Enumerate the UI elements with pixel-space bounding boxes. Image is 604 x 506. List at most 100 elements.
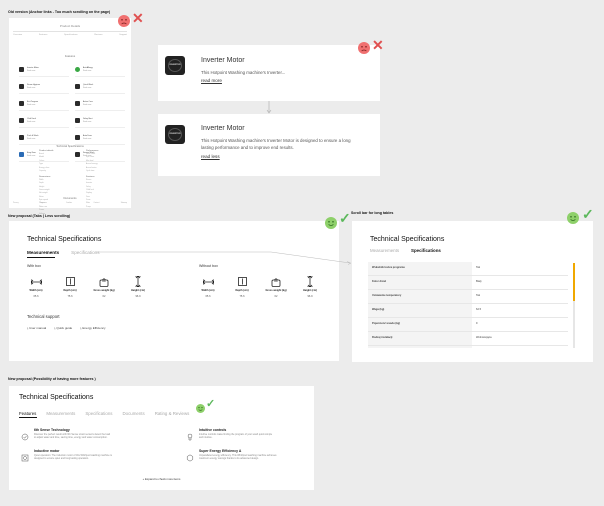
old-footer-link[interactable]: Terms <box>40 202 45 204</box>
old-feature-item[interactable]: Push & Wash Read more <box>19 132 69 145</box>
old-feature-item[interactable]: Anti-Allergy Read more <box>75 64 125 77</box>
feature-desc-line-2: designed to ensure quiet and long lastin… <box>34 457 89 461</box>
spec-value: 62.5 <box>476 308 482 311</box>
inverter-card-collapsed: INVERTER Inverter Motor This Hotpoint Wa… <box>158 45 380 101</box>
dimension-item: Depth (cm) 75.6 <box>61 276 79 298</box>
old-feature-item[interactable]: Steam Hygiene Read more <box>19 81 69 94</box>
feature-desc-line-2: to adjust water and time, saving time, e… <box>34 436 108 440</box>
old-footer-link[interactable]: Sitemap <box>121 202 127 204</box>
height-arrows-icon <box>304 276 317 287</box>
features-card-title: Technical Specifications <box>19 394 94 401</box>
happy-face-icon <box>196 404 205 413</box>
support-link[interactable]: ⤓ Energy Efficiency <box>80 326 105 330</box>
old-spec-group-heading: Features <box>86 175 95 178</box>
features-tab[interactable]: Documents <box>122 411 144 416</box>
tech-spec-tabs: Measurements Specifications <box>370 248 441 253</box>
weight-badge: KG <box>274 281 278 283</box>
support-link[interactable]: ⤓ User manual <box>27 326 46 330</box>
old-spec-line: Capacity <box>39 169 46 172</box>
feature-item: 6th Sense Technology Discover the perfect… <box>21 428 141 441</box>
weight-icon: KG <box>98 276 111 287</box>
old-footer-link[interactable]: Cookies <box>66 202 72 204</box>
features-tab[interactable]: Specifications <box>85 411 112 416</box>
read-more-link[interactable]: read more <box>201 78 222 83</box>
features-tab[interactable]: Measurements <box>46 411 75 416</box>
dims-with-box: Width (cm) 65.6 Depth (cm) 75.6 KG Gross weig… <box>27 276 147 298</box>
old-page-header: Product Details <box>13 22 127 32</box>
old-feature-title: Easy Door <box>27 151 36 154</box>
tech-spec-title: Technical Specifications <box>370 236 445 243</box>
feature-icon <box>75 117 80 123</box>
inverter-thumbnail-icon: INVERTER <box>165 125 185 144</box>
weight-badge: KG <box>102 281 106 283</box>
old-feature-desc: Read more <box>27 120 36 123</box>
features-tab[interactable]: Rating & Reviews <box>155 411 190 416</box>
old-nav-item[interactable]: Overview <box>13 34 22 36</box>
energy-icon <box>186 449 194 462</box>
old-specs-heading: Technical Specifications <box>56 145 84 148</box>
old-page-preview: Product Details Overview Features Specif… <box>9 18 131 214</box>
table-row: Pojemność wsadu (kg) 9 <box>368 318 568 332</box>
old-feature-item[interactable]: Quick Wash Read more <box>75 81 125 94</box>
check-mark-icon: ✓ <box>339 210 351 226</box>
dimension-item: Height (cm) 96.9 <box>129 276 147 298</box>
feature-icon <box>75 83 80 89</box>
old-footer-link[interactable]: Privacy <box>13 202 19 204</box>
old-feature-text: Eco Program Read more <box>27 101 38 106</box>
table-scrollbar[interactable] <box>573 263 575 348</box>
inverter-body-line-1: This Hotpoint Washing machine's Inverter… <box>201 138 351 143</box>
old-nav-item[interactable]: Support <box>119 34 127 36</box>
dimension-value: 75.6 <box>239 295 245 298</box>
feature-icon <box>19 66 24 72</box>
feature-title: Inductive motor <box>34 449 60 453</box>
features-tab[interactable]: Features <box>19 411 36 416</box>
old-feature-item[interactable]: Active Care Read more <box>75 98 125 111</box>
support-link-label: Energy Efficiency <box>82 326 106 330</box>
old-footer-link[interactable]: Contact <box>94 202 100 204</box>
features-card-tabs: Features Measurements Specifications Docume… <box>19 411 189 416</box>
old-feature-text: Quick Wash Read more <box>83 84 93 89</box>
table-row: Waga (kg) 62.5 <box>368 304 568 318</box>
old-feature-item[interactable]: Eco Program Read more <box>19 98 69 111</box>
old-features-heading: Features <box>64 55 76 58</box>
old-page-title: Product Details <box>59 24 81 28</box>
table-row: Ustawienie temperatury Tak <box>368 290 568 304</box>
depth-box-icon <box>236 276 249 287</box>
spec-key: Ustawienie temperatury <box>368 290 472 303</box>
cross-mark-icon: ✕ <box>372 37 384 53</box>
support-link[interactable]: ⤓ Quick guide <box>54 326 72 330</box>
connector-arrow-icon <box>96 251 352 265</box>
old-feature-item[interactable]: Inverter Motor Read more <box>19 64 69 77</box>
old-feature-title: Push & Wash <box>27 134 39 137</box>
tech-spec-title: Technical Specifications <box>27 236 102 243</box>
expand-link[interactable]: + Expand to check more items <box>9 477 314 481</box>
table-scrollbar-thumb[interactable] <box>573 263 575 301</box>
dimension-label: Depth (cm) <box>235 289 249 292</box>
spec-key: Rodzaj instalacji <box>368 332 472 345</box>
spec-key: Waga (kg) <box>368 304 472 317</box>
read-less-link[interactable]: read less <box>201 154 220 159</box>
dimension-value: 96.9 <box>135 295 141 298</box>
tab-measurements[interactable]: Measurements <box>370 248 399 253</box>
old-nav-item[interactable]: Reviews <box>94 34 102 36</box>
tab-specifications[interactable]: Specifications <box>411 248 441 253</box>
feature-icon <box>19 83 24 89</box>
old-feature-item[interactable]: Child Lock Read more <box>19 115 69 128</box>
dimension-item: Height (cm) 96.9 <box>301 276 319 298</box>
feature-desc-line-2: maximum energy savings thanks to its adv… <box>199 457 259 461</box>
old-specs-col-right: Performance Wash class Spin class Max load A… <box>86 150 123 217</box>
old-feature-title: Delay Start <box>83 117 93 120</box>
happy-face-icon <box>567 212 579 224</box>
old-nav-item[interactable]: Features <box>39 34 48 36</box>
tab-measurements[interactable]: Measurements <box>27 250 59 255</box>
old-specs-col-left: Product details Brand Model Colour Type Energ… <box>39 150 76 217</box>
old-nav-item[interactable]: Specifications <box>64 34 78 36</box>
old-feature-item[interactable]: Delay Start Read more <box>75 115 125 128</box>
old-feature-title: Active Care <box>83 100 93 103</box>
feature-desc-line-2: and intuitive. <box>199 436 213 440</box>
old-feature-desc: Read more <box>83 86 92 89</box>
old-spec-group-heading: Performance <box>86 150 99 152</box>
old-spec-line: Spin class <box>86 156 95 159</box>
old-feature-item[interactable]: Auto Dose Read more <box>75 132 125 145</box>
old-feature-title: Eco Program <box>27 100 39 103</box>
